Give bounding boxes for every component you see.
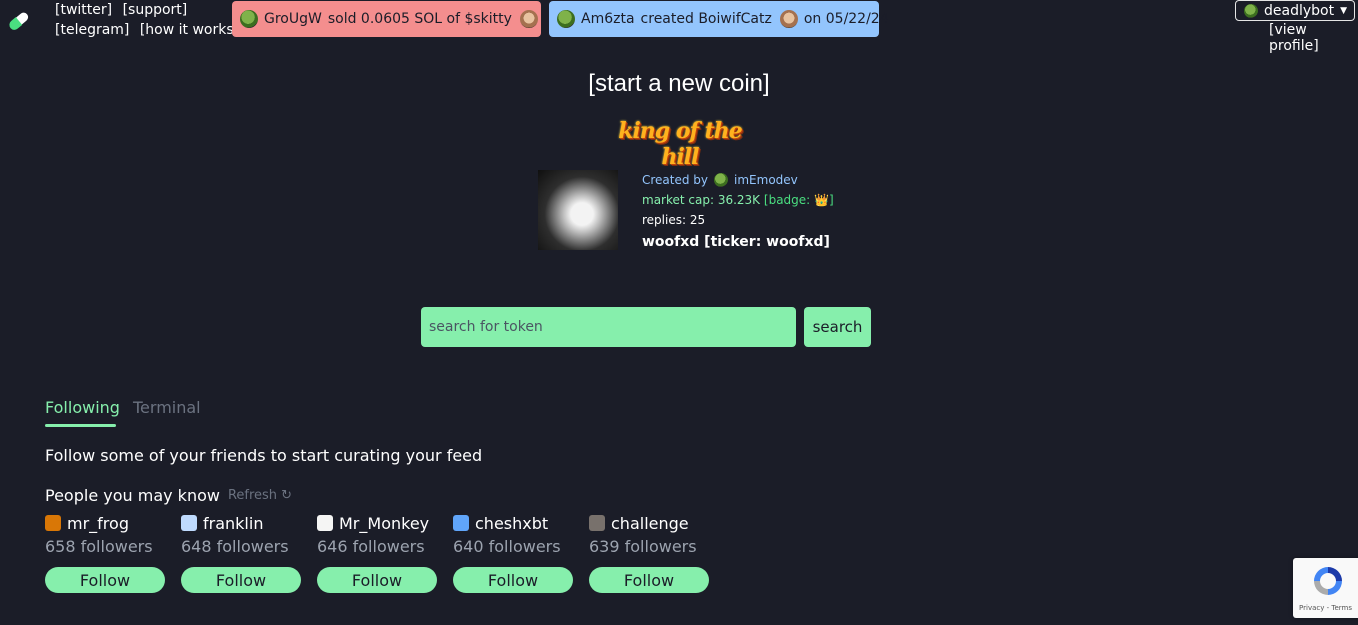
creator-name[interactable]: imEmodev — [734, 170, 798, 190]
person-card: mr_frog 658 followers — [45, 513, 165, 556]
follow-button[interactable]: Follow — [181, 567, 301, 593]
badge: [badge: 👑] — [763, 193, 834, 207]
support-link[interactable]: [support] — [123, 2, 188, 18]
person-followers: 640 followers — [453, 537, 561, 556]
person-avatar-icon — [317, 515, 333, 531]
refresh-button[interactable]: Refresh ↻ — [228, 488, 292, 503]
created-by-label: Created by — [642, 173, 709, 187]
account-username: deadlybot — [1264, 2, 1335, 19]
ticker-text: sold 0.0605 SOL of $skitty — [327, 11, 512, 27]
tab-terminal[interactable]: Terminal — [133, 398, 201, 417]
token-avatar-icon — [779, 10, 798, 28]
sold-ticker[interactable]: GroUgW sold 0.0605 SOL of $skitty — [232, 1, 541, 37]
how-it-works-link[interactable]: [how it works] — [140, 22, 239, 38]
frog-avatar-icon — [240, 10, 258, 28]
person-name[interactable]: cheshxbt — [475, 514, 548, 533]
person-avatar-icon — [453, 515, 469, 531]
people-you-may-know-header: People you may know Refresh ↻ — [45, 486, 292, 505]
chevron-down-icon: ▼ — [1340, 5, 1348, 16]
person-name[interactable]: challenge — [611, 514, 689, 533]
top-nav: [twitter] [support] [telegram] [how it w… — [55, 0, 245, 40]
tab-following[interactable]: Following — [45, 398, 120, 417]
created-ticker[interactable]: Am6zta created BoiwifCatz on 05/22/24 — [549, 1, 889, 37]
token-avatar-icon — [519, 10, 538, 28]
follow-button[interactable]: Follow — [589, 567, 709, 593]
king-token-info[interactable]: Created by imEmodev market cap: 36.23K [… — [642, 170, 834, 254]
person-followers: 646 followers — [317, 537, 425, 556]
recaptcha-badge[interactable]: Privacy - Terms — [1293, 558, 1358, 618]
king-token-image[interactable] — [538, 170, 618, 250]
user-avatar-icon — [1244, 3, 1258, 18]
token-name: woofxd [ticker: woofxd] — [642, 234, 830, 250]
ticker-date: on 05/22/24 — [803, 11, 889, 27]
follow-button[interactable]: Follow — [453, 567, 573, 593]
person-followers: 658 followers — [45, 537, 153, 556]
account-dropdown[interactable]: deadlybot ▼ — [1235, 0, 1355, 21]
search-button[interactable]: search — [804, 307, 871, 347]
person-followers: 639 followers — [589, 537, 697, 556]
person-avatar-icon — [181, 515, 197, 531]
view-profile-link[interactable]: [view profile] — [1269, 22, 1358, 54]
ticker-user[interactable]: GroUgW — [264, 11, 322, 27]
king-of-the-hill-logo: king of the hill — [618, 118, 743, 170]
person-avatar-icon — [45, 515, 61, 531]
recaptcha-privacy-terms[interactable]: Privacy - Terms — [1293, 604, 1358, 612]
recaptcha-icon — [1314, 567, 1342, 595]
people-you-may-know-label: People you may know — [45, 486, 220, 505]
creator-avatar-icon — [714, 173, 729, 187]
start-new-coin-link[interactable]: [start a new coin] — [0, 70, 1358, 98]
follow-button[interactable]: Follow — [45, 567, 165, 593]
person-followers: 648 followers — [181, 537, 289, 556]
pill-logo-icon[interactable] — [6, 8, 32, 34]
person-name[interactable]: Mr_Monkey — [339, 514, 429, 533]
person-name[interactable]: mr_frog — [67, 514, 129, 533]
telegram-link[interactable]: [telegram] — [55, 22, 129, 38]
market-cap: market cap: 36.23K — [642, 193, 761, 207]
frog-avatar-icon — [557, 10, 575, 28]
person-avatar-icon — [589, 515, 605, 531]
ticker-user[interactable]: Am6zta — [581, 11, 635, 27]
feed-message: Follow some of your friends to start cur… — [45, 446, 483, 465]
follow-button[interactable]: Follow — [317, 567, 437, 593]
person-card: Mr_Monkey 646 followers — [317, 513, 437, 556]
person-card: franklin 648 followers — [181, 513, 301, 556]
replies-count: replies: 25 — [642, 213, 706, 227]
active-tab-indicator — [45, 424, 116, 427]
person-name[interactable]: franklin — [203, 514, 263, 533]
ticker-text: created BoiwifCatz — [640, 11, 772, 27]
person-card: cheshxbt 640 followers — [453, 513, 573, 556]
person-card: challenge 639 followers — [589, 513, 709, 556]
twitter-link[interactable]: [twitter] — [55, 2, 112, 18]
search-input[interactable] — [421, 307, 796, 347]
